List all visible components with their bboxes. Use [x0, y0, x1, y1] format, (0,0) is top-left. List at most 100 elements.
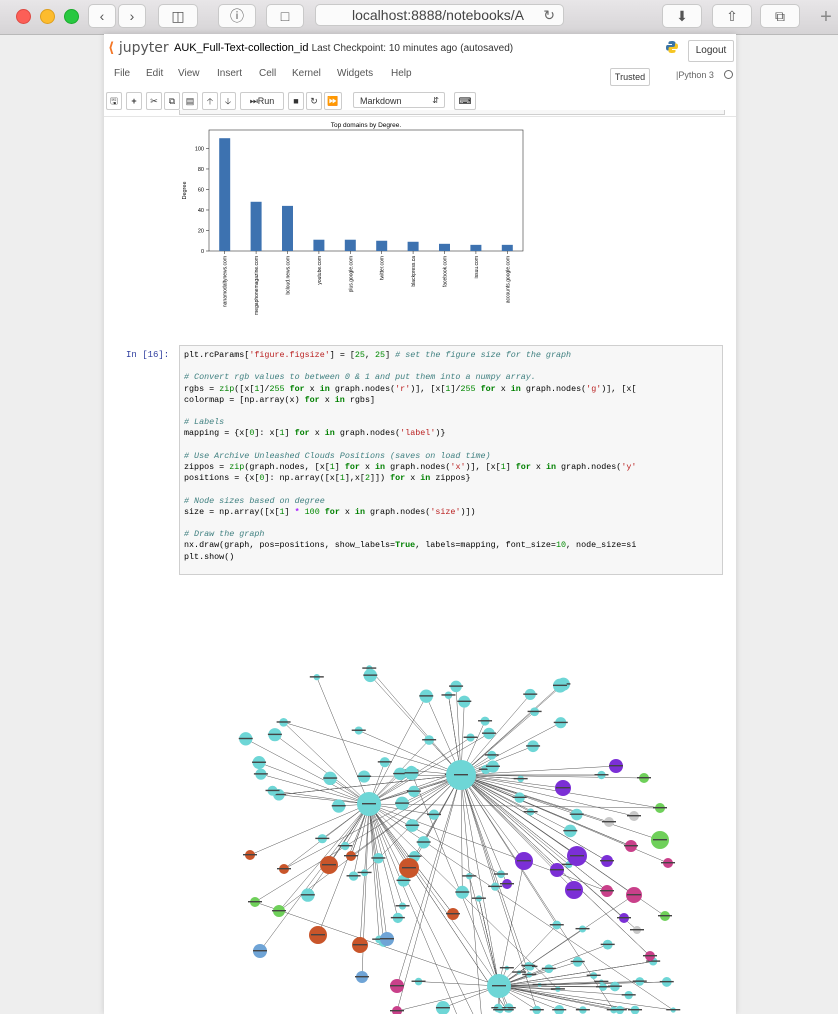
code-line: positions = {x[0]: np.array([x[1],x[2]])…	[184, 473, 471, 484]
back-button[interactable]: ‹	[88, 4, 116, 28]
menu-widgets[interactable]: Widgets	[337, 68, 373, 79]
graph-node-label	[265, 789, 280, 792]
arrow-down-icon: 🡣	[224, 96, 232, 106]
share-icon: ⇧	[726, 7, 738, 24]
graph-node-label	[323, 777, 338, 779]
graph-node-label	[552, 1009, 567, 1011]
save-button[interactable]: 🖫	[106, 92, 122, 110]
graph-node-label	[526, 745, 541, 747]
graph-node-label	[552, 684, 567, 687]
graph-node-label	[556, 787, 570, 789]
new-tab-button[interactable]: +	[814, 6, 838, 30]
graph-node-label	[338, 844, 353, 847]
graph-node-label	[550, 869, 564, 871]
graph-node-label	[643, 955, 657, 957]
menu-insert[interactable]: Insert	[217, 68, 242, 79]
graph-node-label	[248, 901, 262, 903]
menu-view[interactable]: View	[178, 68, 200, 79]
graph-node-label	[653, 807, 667, 809]
graph-node-label	[331, 805, 346, 807]
graph-node-label	[630, 929, 644, 931]
code-line: colormap = [np.array(x) for x in rgbs]	[184, 394, 375, 405]
graph-node-label	[396, 879, 411, 882]
graph-node-label	[462, 875, 477, 877]
graph-node-label	[549, 924, 564, 926]
restart-run-all-button[interactable]: ⏩	[324, 92, 342, 110]
graph-node-label	[600, 860, 614, 862]
interrupt-button[interactable]: ■	[288, 92, 304, 110]
graph-node-label	[390, 1010, 404, 1012]
zoom-window-button[interactable]	[64, 9, 79, 24]
graph-edge	[283, 722, 462, 776]
y-tick-label: 40	[198, 208, 204, 214]
download-icon: ⬇	[676, 7, 688, 24]
graph-node-label	[446, 913, 460, 915]
copy-button[interactable]: ⧉	[164, 92, 180, 110]
graph-node-label	[405, 824, 420, 826]
graph-node-label	[362, 803, 376, 805]
notebook-name[interactable]: AUK_Full-Text-collection_id	[174, 42, 309, 54]
paste-button[interactable]: ▤	[182, 92, 198, 110]
notebook-title[interactable]: AUK_Full-Text-collection_id Last Checkpo…	[174, 42, 513, 54]
minimize-window-button[interactable]	[40, 9, 55, 24]
graph-node-label	[463, 736, 478, 738]
insert-cell-button[interactable]: +	[126, 92, 142, 110]
graph-node-label	[492, 985, 506, 987]
info-button[interactable]: ⓘ	[218, 4, 256, 28]
cut-button[interactable]: ✂	[146, 92, 162, 110]
document-icon: □	[280, 8, 290, 24]
jupyter-logo[interactable]: ⟨ jupyter	[108, 40, 169, 56]
logout-button[interactable]: Logout	[688, 40, 734, 62]
reader-button[interactable]: □	[266, 4, 304, 28]
run-button[interactable]: ⏭Run	[240, 92, 284, 110]
menu-file[interactable]: File	[114, 68, 130, 79]
address-bar[interactable]: localhost:8888/notebooks/A ↻	[315, 4, 564, 26]
graph-node-label	[238, 737, 253, 740]
bar	[470, 244, 482, 251]
downloads-button[interactable]: ⬇	[662, 4, 702, 28]
move-up-button[interactable]: 🡡	[202, 92, 218, 110]
tabs-button[interactable]: ⧉	[760, 4, 800, 28]
graph-node-label	[478, 720, 493, 722]
code-line: # Labels	[184, 417, 225, 428]
y-tick-label: 80	[198, 167, 204, 173]
graph-node-label	[419, 695, 434, 697]
x-tick-label: bcloud.news.com	[286, 256, 292, 295]
python-logo-icon	[666, 41, 678, 53]
menu-help[interactable]: Help	[391, 68, 412, 79]
graph-node-label	[411, 980, 426, 982]
forward-button[interactable]: ›	[118, 4, 146, 28]
move-down-button[interactable]: 🡣	[220, 92, 236, 110]
command-palette-button[interactable]: ⌨	[454, 92, 476, 110]
graph-node-label	[353, 944, 367, 946]
close-window-button[interactable]	[16, 9, 31, 24]
checkpoint-status: Last Checkpoint: 10 minutes ago	[311, 43, 458, 54]
x-tick-label: megaphonemagazine.com	[254, 256, 260, 315]
graph-node-label	[457, 700, 472, 702]
graph-node-label	[355, 976, 369, 978]
graph-node-label	[617, 917, 631, 919]
menu-cell[interactable]: Cell	[259, 68, 276, 79]
graph-node-label	[377, 761, 392, 763]
menu-edit[interactable]: Edit	[146, 68, 163, 79]
y-tick-label: 0	[201, 249, 204, 255]
restart-button[interactable]: ↻	[306, 92, 322, 110]
code-line: # Node sizes based on degree	[184, 495, 325, 506]
graph-node-label	[482, 732, 497, 734]
code-line: # Draw the graph	[184, 529, 265, 540]
reload-icon[interactable]: ↻	[543, 7, 555, 24]
graph-node-label	[500, 883, 514, 885]
graph-node-label	[346, 875, 361, 877]
code-cell-editor[interactable]: plt.rcParams['figure.figsize'] = [25, 25…	[179, 345, 723, 575]
graph-node-label	[272, 910, 286, 912]
cell-type-select[interactable]: Markdown ⇵	[353, 92, 445, 108]
plus-icon: +	[820, 6, 832, 28]
menu-kernel[interactable]: Kernel	[292, 68, 321, 79]
share-button[interactable]: ⇧	[712, 4, 752, 28]
trusted-indicator[interactable]: Trusted	[610, 68, 650, 86]
graph-node-label	[499, 1009, 514, 1011]
graph-node-label	[527, 710, 542, 713]
sidebar-button[interactable]: ◫	[158, 4, 198, 28]
graph-node-label	[523, 693, 538, 695]
graph-node-label	[517, 860, 531, 862]
